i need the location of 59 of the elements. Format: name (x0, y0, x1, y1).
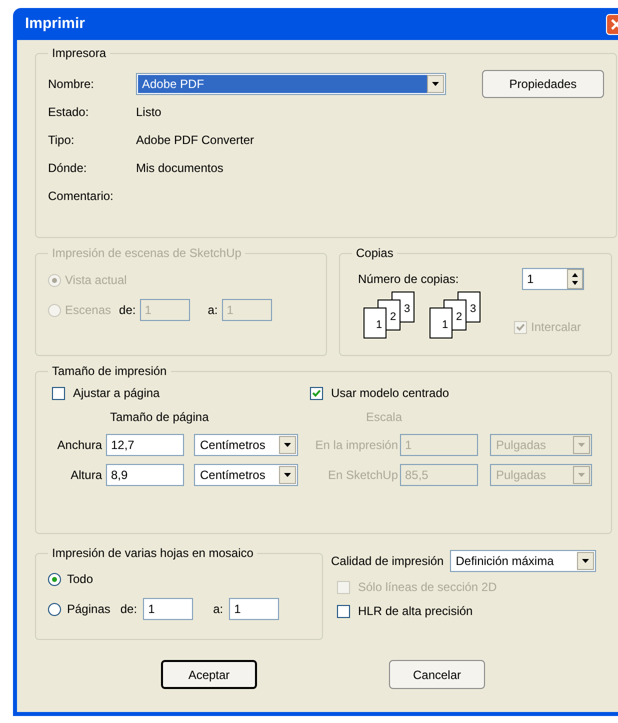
spin-box[interactable]: 1 (522, 268, 584, 290)
caret-icon (573, 466, 590, 484)
group-title: Copias (355, 245, 394, 262)
input-field[interactable]: 1 (229, 598, 280, 620)
field-label: a: (213, 601, 224, 618)
caret-icon (576, 552, 594, 570)
radio-label: Vista actual (65, 272, 127, 289)
window-title: Imprimir (25, 14, 86, 34)
field-label: Anchura (56, 437, 103, 454)
radio-button[interactable] (48, 572, 61, 586)
checkbox-label: Intercalar (531, 319, 582, 336)
column-heading: Tamaño de página (110, 409, 210, 426)
input-field[interactable]: 12,7 (106, 434, 184, 456)
checkbox-label: Ajustar a página (73, 385, 160, 402)
field-label: En la impresión (314, 437, 399, 454)
checkbox-label: HLR de alta precisión (358, 603, 473, 620)
input-field[interactable]: 1 (143, 598, 194, 620)
field-value: Mis documentos (136, 160, 224, 177)
radio-label: Páginas (67, 601, 110, 618)
field-label: a: (208, 302, 218, 319)
group-title: Impresión de varias hojas en mosaico (51, 545, 254, 562)
spinner-arrows-icon (567, 269, 583, 289)
dialog-button[interactable]: Cancelar (389, 660, 485, 689)
radio-button[interactable] (48, 602, 61, 616)
checkbox[interactable] (337, 604, 350, 618)
dropdown[interactable]: Centímetros (194, 434, 298, 456)
dropdown[interactable]: Definición máxima (450, 550, 596, 572)
checkbox[interactable] (52, 386, 65, 400)
field-label: Nombre: (48, 76, 96, 93)
radio-label: Escenas (65, 302, 112, 319)
checkbox[interactable] (310, 386, 323, 400)
group-title: Tamaño de impresión (51, 363, 168, 380)
properties-button[interactable]: Propiedades (482, 70, 604, 98)
field-label: Comentario: (48, 188, 114, 205)
field-label: de: (120, 601, 138, 618)
field-label: Número de copias: (358, 271, 460, 288)
group-title: Impresora (51, 45, 108, 62)
field-label: Dónde: (48, 160, 88, 177)
field-label: Tipo: (48, 132, 76, 149)
caret-icon (279, 436, 296, 454)
caret-icon (427, 75, 444, 93)
field-value: Listo (136, 104, 162, 121)
field-value: Adobe PDF Converter (136, 132, 254, 149)
input-field[interactable]: 8,9 (106, 464, 184, 486)
column-heading: Escala (366, 409, 402, 426)
field-label: de: (119, 302, 136, 319)
radio-label: Todo (67, 571, 94, 588)
checkbox-label: Sólo líneas de sección 2D (358, 579, 497, 596)
checkbox-label: Usar modelo centrado (331, 385, 450, 402)
caret-icon (279, 466, 296, 484)
field-label: En SketchUp (326, 467, 399, 484)
group-title: Impresión de escenas de SketchUp (51, 245, 242, 262)
field-label: Estado: (48, 104, 90, 121)
caret-icon (573, 436, 590, 454)
dropdown[interactable]: Adobe PDF (136, 73, 446, 95)
dialog-button[interactable]: Aceptar (161, 660, 257, 689)
field-label: Calidad de impresión (331, 553, 444, 570)
field-label: Altura (70, 467, 103, 484)
dropdown[interactable]: Centímetros (194, 464, 298, 486)
